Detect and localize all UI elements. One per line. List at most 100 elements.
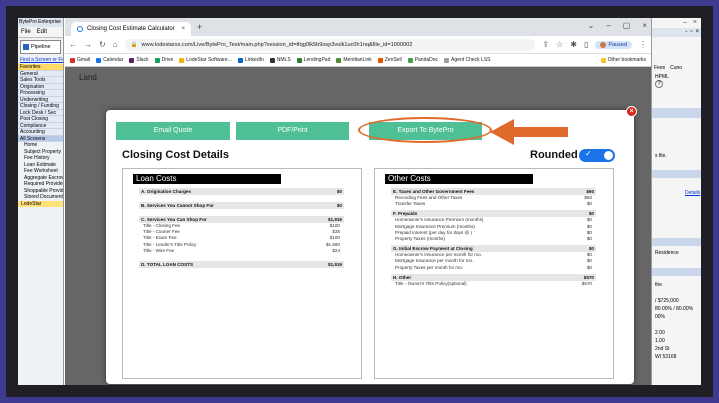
reload-icon[interactable]: ↻ [99,40,106,49]
cuno-button[interactable]: Cuno [670,65,682,71]
right-text: / $725,000 [655,298,679,304]
hpml-label: HPML [655,74,669,80]
fee-row: Property Taxes (months) $0 [391,236,596,242]
section-amount: $570 [583,274,594,280]
fee-label: Property Taxes per month for mo. [395,264,464,270]
other-costs-heading: Other Costs [385,174,533,184]
section-b: B. Services You Cannot Shop For $0 [139,202,344,209]
bookmark-drive[interactable]: Drive [154,57,173,63]
avatar [600,41,607,48]
section-c: C. Services You Can Shop For $1,919 [139,216,344,223]
bookmark-agent-check[interactable]: Agent Check LSS [444,57,491,63]
right-toolbar: - ▫ × [652,28,701,37]
modal-title: Closing Cost Details [122,149,229,161]
menu-edit[interactable]: Edit [37,29,47,35]
page-hint: Land [79,73,97,82]
kebab-menu-icon[interactable]: ⋮ [639,40,647,49]
section-label: H. Other [393,274,412,280]
close-icon[interactable]: × [642,21,647,30]
tree-item-lodestar[interactable]: LodeStar [18,200,63,207]
close-icon[interactable]: × [693,19,697,27]
maximize-icon[interactable]: ▢ [623,21,631,30]
chevron-down-icon[interactable]: ⌄ [588,21,595,30]
section-label: A. Origination Charges [141,189,192,194]
bookmark-linkedin[interactable]: LinkedIn [237,57,264,63]
close-tab-icon[interactable]: × [181,26,185,32]
fee-label: Title - Owner's Title Policy(optional) [395,280,467,286]
bookmark-lendingpad[interactable]: LendingPad [296,57,330,63]
bookmark-nmls[interactable]: NMLS [269,57,291,63]
folder-icon [600,57,606,63]
bookmark-calendar[interactable]: Calendar [96,57,123,63]
address-bar-row: ← → ↻ ⌂ 🔒 www.lodestarss.com/Live/BytePro… [65,36,651,54]
home-icon[interactable]: ⌂ [113,40,118,49]
closing-cost-modal: Email Quote PDF/Print Export To BytePro … [106,110,634,384]
star-icon[interactable]: ☆ [556,40,563,49]
other-costs-panel: Other Costs E. Taxes and Other Governmen… [374,168,614,379]
pdf-print-button[interactable]: PDF/Print [236,122,349,140]
left-menubar: File Edit [18,27,63,38]
fee-amount: $0 [586,264,592,270]
bookmark-label: NMLS [276,57,291,63]
bookmark-zensell[interactable]: ZenSell [377,57,402,63]
menu-file[interactable]: File [21,29,31,35]
section-label: D. TOTAL LOAN COSTS [141,261,194,267]
rounded-label: Rounded [530,149,578,161]
minimize-icon[interactable]: – [683,19,687,27]
bookmark-gmail[interactable]: Gmail [70,57,90,63]
tree-item[interactable]: Required Providers [18,181,63,188]
other-costs-rows: E. Taxes and Other Government Fees $60 Re… [391,185,596,287]
section-label: G. Initial Escrow Payment at Closing [393,246,473,252]
window-icon[interactable]: ▫ [690,29,692,36]
right-section-bar [652,238,701,246]
section-amount: $1,919 [327,261,342,267]
browser-tab[interactable]: Closing Cost Estimate Calculator × [71,22,191,36]
presentation-frame: BytePro Enterprise File Edit Pipeline Fi… [6,6,713,397]
help-icon: ? [655,80,663,88]
section-label: C. Services You Can Shop For [141,217,207,222]
find-screen-link[interactable]: Find a Screen or Field [18,56,63,64]
other-bookmarks[interactable]: Other bookmarks [600,57,646,63]
bookmark-lodestar[interactable]: LodeStar Software... [179,57,232,63]
profile-button[interactable]: Paused [595,40,632,49]
bookmark-label: Other bookmarks [607,57,646,63]
pipeline-button[interactable]: Pipeline [20,40,61,54]
minimize-icon[interactable]: – [606,21,610,30]
tree-item[interactable]: Fee Worksheet [18,168,63,175]
new-tab-button[interactable]: + [197,22,202,32]
url-field[interactable]: 🔒 www.lodestarss.com/Live/BytePro_Test/ma… [124,38,536,51]
section-label: B. Services You Cannot Shop For [141,203,214,208]
bookmark-pandadoc[interactable]: PandaDoc [407,57,438,63]
hpml-button[interactable]: HPML? [655,74,669,88]
fee-row: Property Taxes per month for mo. $0 [391,265,596,271]
modal-close-button[interactable]: × [626,106,637,117]
bookmark-slack[interactable]: Slack [129,57,149,63]
bookmark-label: MeridianLink [343,57,372,63]
meridianlink-icon [336,57,342,63]
fees-button[interactable]: Fees [654,65,665,71]
bytepro-right-panel: – × - ▫ × Fees Cuno HPML? s file. Details R… [651,18,701,385]
bookmark-label: LodeStar Software... [186,57,232,63]
fee-row: Title - Owner's Title Policy(optional) $5… [391,281,596,287]
tree-item[interactable]: Stored Documents [18,194,63,201]
back-icon[interactable]: ← [69,40,77,49]
extensions-icon[interactable]: ✱ [570,40,577,49]
email-quote-button[interactable]: Email Quote [116,122,230,140]
bookmark-meridianlink[interactable]: MeridianLink [336,57,372,63]
fee-label: Property Taxes (months) [395,235,445,241]
globe-icon [77,26,83,32]
sidepanel-icon[interactable]: ▯ [584,40,588,49]
lodestar-icon [179,57,185,63]
forward-icon[interactable]: → [84,40,92,49]
details-link[interactable]: Details [685,190,700,196]
section-amount: $1,919 [327,217,342,222]
pipeline-label: Pipeline [31,44,51,50]
zensell-icon [377,57,383,63]
rounded-toggle[interactable]: ✓ [579,149,615,162]
tab-title: Closing Cost Estimate Calculator [87,26,175,32]
close-icon[interactable]: × [695,29,699,36]
left-app-title: BytePro Enterprise [18,18,63,27]
minus-icon[interactable]: - [685,29,687,36]
share-icon[interactable]: ⇪ [542,40,549,49]
fee-amount: $0 [586,201,592,207]
